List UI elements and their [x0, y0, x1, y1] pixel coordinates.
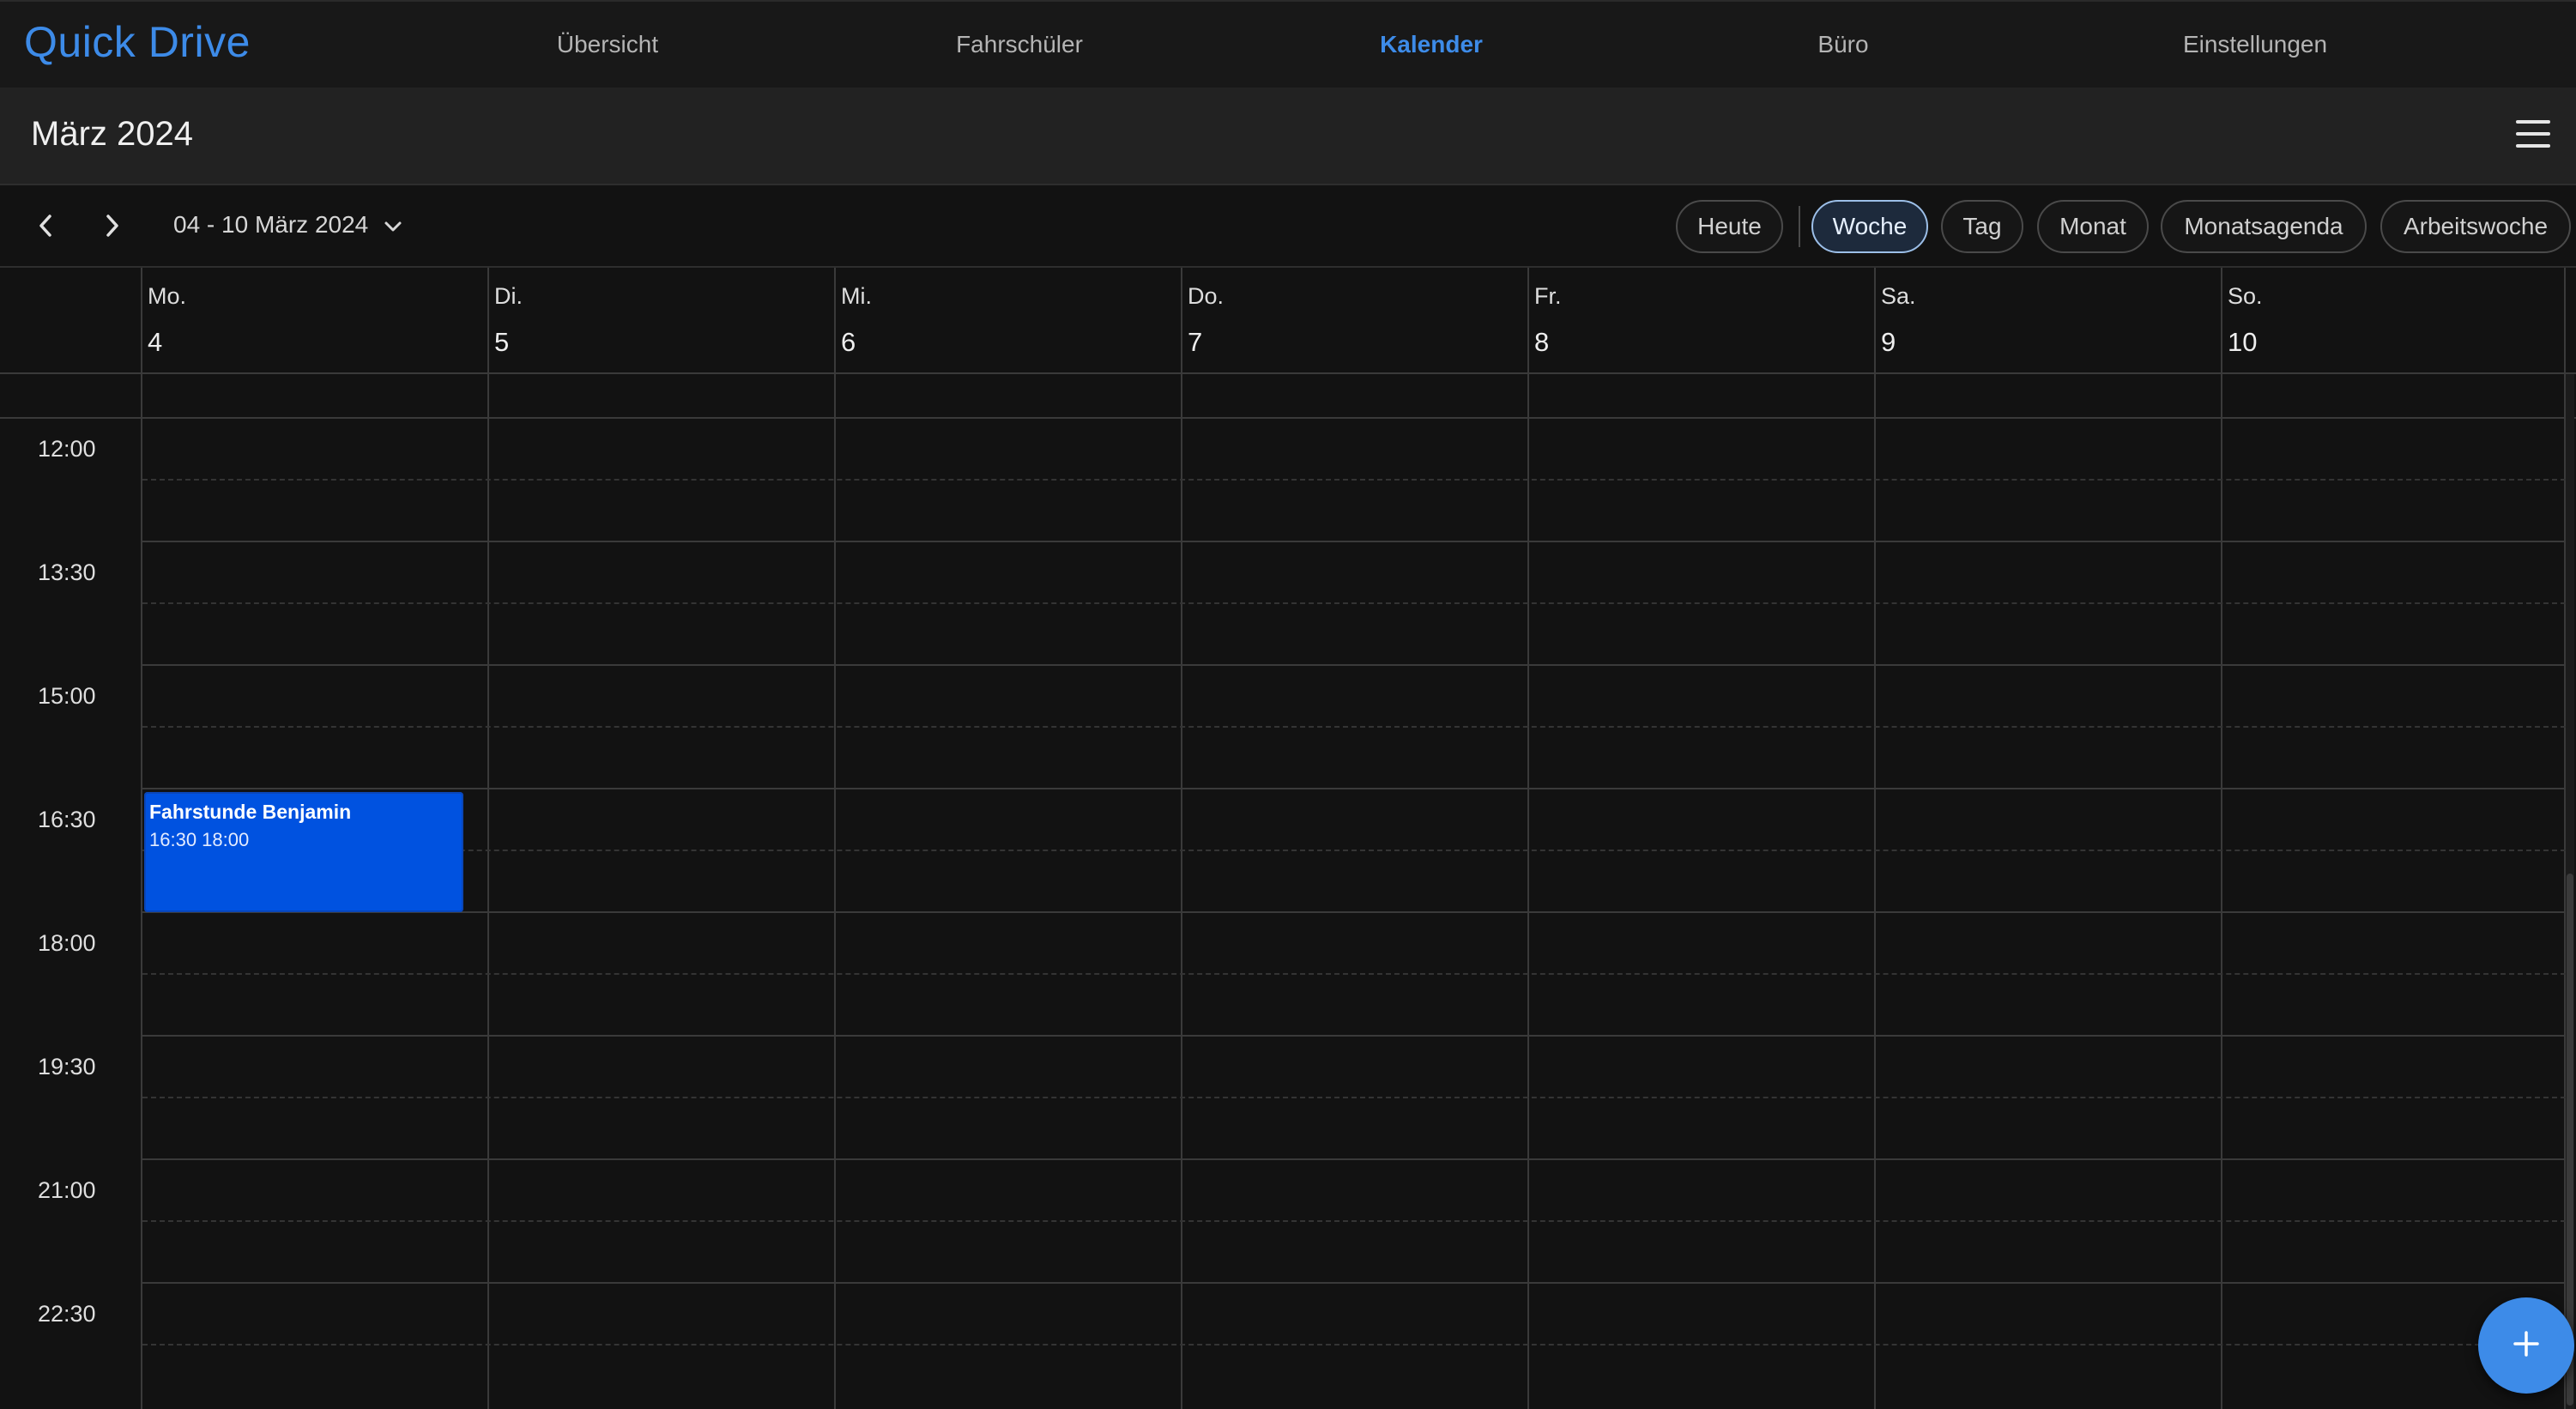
day-number: 5 [494, 327, 510, 357]
nav-item-buero[interactable]: Büro [1817, 31, 1868, 58]
event-title: Fahrstunde Benjamin [149, 801, 352, 823]
day-number: 4 [148, 327, 163, 357]
event-time: 16:30 18:00 [149, 829, 250, 850]
day-header-fr[interactable]: Fr. 8 [1534, 283, 1562, 358]
week-calendar-grid: Mo. 4 Di. 5 Mi. 6 Do. 7 Fr. 8 Sa. 9 So. … [0, 268, 2576, 1409]
day-name: Mi. [841, 283, 872, 309]
day-header-so[interactable]: So. 10 [2228, 283, 2263, 358]
grid-row-line [142, 541, 2566, 542]
view-month-button[interactable]: Monat [2037, 200, 2149, 253]
today-button[interactable]: Heute [1676, 200, 1783, 253]
top-navigation: Quick Drive Übersicht Fahrschüler Kalend… [0, 0, 2576, 88]
nav-item-uebersicht[interactable]: Übersicht [557, 31, 658, 58]
grid-row-line [142, 788, 2566, 789]
day-number: 9 [1881, 327, 1896, 357]
day-name: Sa. [1881, 283, 1916, 309]
day-number: 7 [1188, 327, 1203, 357]
day-number: 8 [1534, 327, 1550, 357]
day-number: 6 [841, 327, 856, 357]
day-name: So. [2228, 283, 2263, 309]
add-event-button[interactable] [2478, 1297, 2574, 1394]
time-label: 15:00 [38, 683, 96, 709]
view-workweek-button[interactable]: Arbeitswoche [2380, 200, 2571, 253]
grid-row-line [142, 1158, 2566, 1160]
grid-column-line [141, 268, 142, 1409]
nav-item-kalender[interactable]: Kalender [1380, 31, 1483, 58]
grid-half-line [142, 479, 2566, 481]
grid-half-line [142, 726, 2566, 728]
time-label: 21:00 [38, 1177, 96, 1203]
time-label: 22:30 [38, 1301, 96, 1327]
grid-row-line [142, 1282, 2566, 1284]
grid-row-line [0, 417, 2576, 419]
hamburger-menu-icon[interactable] [2516, 120, 2550, 148]
day-header-sa[interactable]: Sa. 9 [1881, 283, 1916, 358]
plus-icon [2512, 1329, 2541, 1363]
day-name: Di. [494, 283, 523, 309]
date-range-selector[interactable]: 04 - 10 März 2024 [173, 211, 402, 239]
day-header-mi[interactable]: Mi. 6 [841, 283, 872, 358]
view-month-agenda-button[interactable]: Monatsagenda [2161, 200, 2367, 253]
calendar-event[interactable]: Fahrstunde Benjamin 16:30 18:00 [144, 792, 463, 912]
day-name: Mo. [148, 283, 187, 309]
grid-half-line [142, 602, 2566, 604]
grid-column-line [1181, 268, 1182, 1409]
grid-half-line [142, 973, 2566, 975]
day-header-mo[interactable]: Mo. 4 [148, 283, 186, 358]
time-label: 16:30 [38, 807, 96, 832]
grid-header-divider [0, 372, 2576, 374]
chevron-right-icon[interactable] [93, 206, 132, 245]
grid-column-line [1527, 268, 1529, 1409]
grid-column-line [487, 268, 489, 1409]
grid-half-line [142, 1344, 2566, 1346]
grid-column-line [834, 268, 836, 1409]
page-title: März 2024 [31, 115, 193, 153]
grid-row-line [142, 1035, 2566, 1037]
nav-item-einstellungen[interactable]: Einstellungen [2183, 31, 2327, 58]
time-label: 18:00 [38, 930, 96, 956]
grid-row-line [142, 664, 2566, 666]
toolbar-divider [1799, 206, 1800, 247]
day-header-di[interactable]: Di. 5 [494, 283, 523, 358]
time-label: 13:30 [38, 559, 96, 585]
calendar-toolbar: 04 - 10 März 2024 Heute Woche Tag Monat … [0, 185, 2576, 268]
grid-row-line [142, 911, 2566, 913]
grid-half-line [142, 1097, 2566, 1098]
grid-column-line [1874, 268, 1876, 1409]
time-label: 19:30 [38, 1054, 96, 1079]
app-logo[interactable]: Quick Drive [24, 17, 251, 67]
grid-column-line [2221, 268, 2222, 1409]
time-label: 12:00 [38, 436, 96, 462]
day-name: Fr. [1534, 283, 1562, 309]
grid-half-line [142, 1220, 2566, 1222]
nav-item-fahrschueler[interactable]: Fahrschüler [956, 31, 1083, 58]
chevron-down-icon [384, 211, 402, 239]
date-range-label: 04 - 10 März 2024 [173, 211, 369, 238]
day-name: Do. [1188, 283, 1225, 309]
day-number: 10 [2228, 327, 2258, 357]
day-header-do[interactable]: Do. 7 [1188, 283, 1224, 358]
grid-half-line [142, 850, 2566, 851]
view-day-button[interactable]: Tag [1941, 200, 2023, 253]
view-week-button[interactable]: Woche [1811, 200, 1928, 253]
month-header: März 2024 [0, 88, 2576, 185]
chevron-left-icon[interactable] [26, 206, 65, 245]
